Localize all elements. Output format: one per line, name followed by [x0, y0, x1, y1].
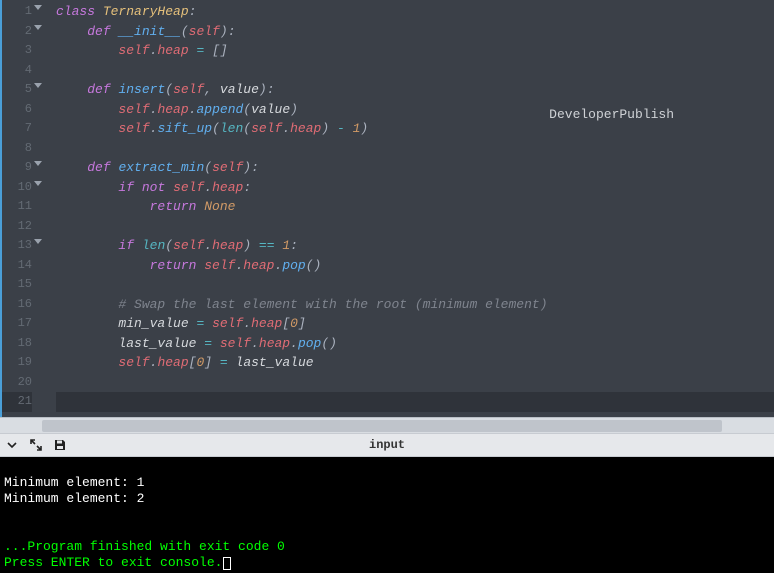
code-line [56, 392, 774, 412]
line-number: 5 [2, 80, 32, 100]
code-line: def __init__(self): [56, 22, 774, 42]
line-number: 13 [2, 236, 32, 256]
code-editor[interactable]: 123456789101112131415161718192021 class … [0, 0, 774, 417]
code-line [56, 61, 774, 81]
code-line: min_value = self.heap[0] [56, 314, 774, 334]
line-number: 18 [2, 334, 32, 354]
save-icon[interactable] [48, 433, 72, 457]
code-area[interactable]: class TernaryHeap: def __init__(self): s… [38, 0, 774, 417]
fold-icon[interactable] [34, 239, 42, 244]
fold-icon[interactable] [34, 25, 42, 30]
code-line: self.heap[0] = last_value [56, 353, 774, 373]
line-number: 8 [2, 139, 32, 159]
code-line [56, 373, 774, 393]
fold-icon[interactable] [34, 83, 42, 88]
line-number: 6 [2, 100, 32, 120]
code-line: if not self.heap: [56, 178, 774, 198]
horizontal-scrollbar[interactable] [0, 417, 774, 433]
line-number: 10 [2, 178, 32, 198]
console-line: Minimum element: 1 [4, 475, 144, 490]
code-line: self.heap = [] [56, 41, 774, 61]
code-line: return self.heap.pop() [56, 256, 774, 276]
code-line: # Swap the last element with the root (m… [56, 295, 774, 315]
fold-icon[interactable] [34, 181, 42, 186]
code-line: def insert(self, value): [56, 80, 774, 100]
fold-icon[interactable] [34, 5, 42, 10]
code-line [56, 139, 774, 159]
line-number: 3 [2, 41, 32, 61]
line-number: 15 [2, 275, 32, 295]
code-line: return None [56, 197, 774, 217]
line-number: 1 [2, 2, 32, 22]
code-line [56, 217, 774, 237]
code-line [56, 275, 774, 295]
chevron-down-icon[interactable] [0, 433, 24, 457]
console-exit-line: ...Program finished with exit code 0 [4, 539, 285, 554]
console-prompt-line: Press ENTER to exit console. [4, 555, 222, 570]
code-line: class TernaryHeap: [56, 2, 774, 22]
line-gutter: 123456789101112131415161718192021 [0, 0, 38, 417]
line-number: 11 [2, 197, 32, 217]
console-line: Minimum element: 2 [4, 491, 144, 506]
line-number: 9 [2, 158, 32, 178]
code-line: if len(self.heap) == 1: [56, 236, 774, 256]
scrollbar-thumb[interactable] [42, 420, 722, 432]
expand-icon[interactable] [24, 433, 48, 457]
line-number: 20 [2, 373, 32, 393]
fold-icon[interactable] [34, 161, 42, 166]
console-output[interactable]: Minimum element: 1 Minimum element: 2 ..… [0, 457, 774, 573]
line-number: 17 [2, 314, 32, 334]
line-number: 4 [2, 61, 32, 81]
console-toolbar: input [0, 433, 774, 457]
line-number: 16 [2, 295, 32, 315]
console-tab-label: input [369, 438, 405, 452]
line-number: 7 [2, 119, 32, 139]
line-number: 12 [2, 217, 32, 237]
line-number: 21 [2, 392, 32, 412]
watermark: DeveloperPublish [549, 107, 674, 122]
code-line: last_value = self.heap.pop() [56, 334, 774, 354]
line-number: 2 [2, 22, 32, 42]
cursor-icon [223, 557, 231, 570]
code-line: def extract_min(self): [56, 158, 774, 178]
line-number: 19 [2, 353, 32, 373]
line-number: 14 [2, 256, 32, 276]
